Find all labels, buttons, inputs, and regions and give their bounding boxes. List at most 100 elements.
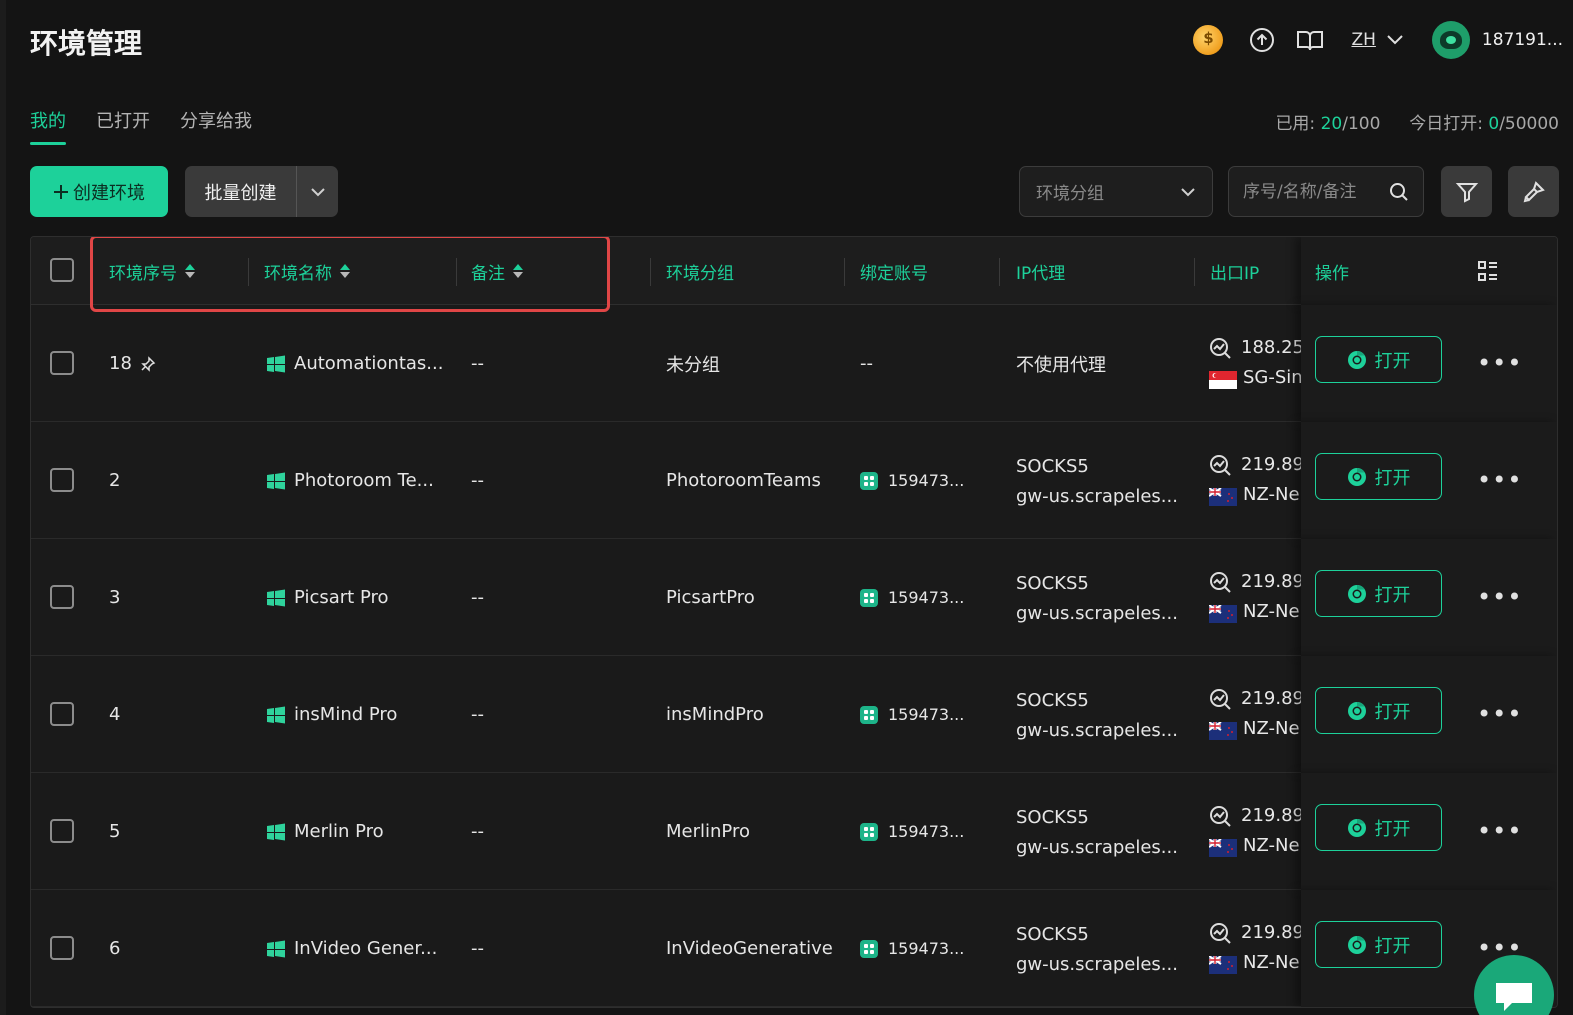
new-zealand-flag-icon (1209, 720, 1237, 740)
column-seq-label: 环境序号 (109, 263, 177, 284)
create-environment-button[interactable]: 创建环境 (30, 166, 168, 217)
open-button[interactable]: 打开 (1315, 687, 1442, 734)
env-name-text: Automationtas... (294, 353, 444, 374)
open-label: 打开 (1374, 467, 1411, 489)
chrome-icon (1347, 584, 1367, 604)
ip-check-icon[interactable] (1209, 571, 1231, 593)
column-header-seq[interactable]: 环境序号 (109, 237, 195, 305)
row-checkbox[interactable] (50, 585, 74, 609)
cell-proxy: SOCKS5 gw-us.scrapeles... (1016, 686, 1178, 746)
search-input[interactable] (1243, 181, 1389, 202)
open-label: 打开 (1374, 935, 1411, 957)
cell-account[interactable]: 159473... (860, 539, 964, 656)
column-name-label: 环境名称 (264, 263, 332, 284)
tab-shared-with-me[interactable]: 分享给我 (180, 107, 252, 145)
row-checkbox[interactable] (50, 819, 74, 843)
account-text: 159473... (888, 588, 965, 607)
proxy-type: SOCKS5 (1016, 573, 1089, 594)
chevron-down-icon (1181, 187, 1195, 196)
tab-mine[interactable]: 我的 (30, 107, 66, 145)
cell-remark[interactable]: -- (471, 773, 484, 890)
column-header-remark[interactable]: 备注 (471, 237, 523, 305)
cell-group: PicsartPro (666, 587, 755, 608)
table-row: 18 Automationtas... -- 未分组 -- 不使用代理 188.25 SG-S… (31, 305, 1557, 422)
avatar[interactable] (1431, 21, 1470, 59)
open-button[interactable]: 打开 (1315, 804, 1442, 851)
table-row: 6 InVideo Gener... -- InVideoGenerative 1594… (31, 890, 1557, 1007)
column-header-proxy: IP代理 (1016, 263, 1066, 284)
more-actions-icon[interactable]: ••• (1477, 819, 1522, 843)
select-all-checkbox[interactable] (50, 258, 74, 282)
proxy-type: SOCKS5 (1016, 924, 1089, 945)
account-text: 159473... (888, 705, 965, 724)
cell-remark[interactable]: -- (471, 422, 484, 539)
open-button[interactable]: 打开 (1315, 921, 1442, 968)
cell-group: 未分组 (666, 354, 720, 376)
cell-proxy: SOCKS5 gw-us.scrapeles... (1016, 569, 1178, 629)
env-name-text: InVideo Gener... (294, 938, 438, 959)
open-button[interactable]: 打开 (1315, 336, 1442, 383)
column-header-name[interactable]: 环境名称 (264, 237, 350, 305)
left-edge (0, 0, 6, 1015)
language-selector[interactable]: ZH (1351, 30, 1403, 50)
ip-check-icon[interactable] (1209, 922, 1231, 944)
cell-env-name[interactable]: Picsart Pro (266, 539, 389, 656)
cell-env-name[interactable]: Merlin Pro (266, 773, 384, 890)
sort-icon[interactable] (340, 264, 350, 278)
env-name-text: Photoroom Te... (294, 470, 434, 491)
pin-icon[interactable] (140, 355, 156, 372)
open-button[interactable]: 打开 (1315, 570, 1442, 617)
environment-group-select[interactable]: 环境分组 (1019, 166, 1213, 217)
cell-remark[interactable]: -- (471, 305, 484, 422)
coin-icon[interactable] (1193, 25, 1224, 55)
ip-check-icon[interactable] (1209, 454, 1231, 476)
cell-env-name[interactable]: Automationtas... (266, 305, 443, 422)
more-actions-icon[interactable]: ••• (1477, 351, 1522, 375)
sort-icon[interactable] (513, 264, 523, 278)
open-button[interactable]: 打开 (1315, 453, 1442, 500)
cell-account[interactable]: 159473... (860, 890, 964, 1007)
open-label: 打开 (1374, 584, 1411, 606)
column-settings-icon[interactable] (1477, 260, 1499, 286)
seq-number: 4 (109, 704, 121, 725)
chrome-icon (1347, 467, 1367, 487)
filter-button[interactable] (1441, 166, 1492, 217)
cell-account[interactable]: 159473... (860, 773, 964, 890)
column-divider (456, 258, 457, 286)
cell-remark[interactable]: -- (471, 656, 484, 773)
batch-create-dropdown[interactable] (297, 166, 338, 217)
proxy-type: SOCKS5 (1016, 807, 1089, 828)
row-checkbox[interactable] (50, 702, 74, 726)
cell-account[interactable]: 159473... (860, 656, 964, 773)
cell-remark[interactable]: -- (471, 890, 484, 1007)
cell-env-name[interactable]: InVideo Gener... (266, 890, 437, 1007)
row-checkbox[interactable] (50, 936, 74, 960)
batch-create-button[interactable]: 批量创建 (185, 166, 297, 217)
more-actions-icon[interactable]: ••• (1477, 468, 1522, 492)
search-icon[interactable] (1389, 182, 1409, 202)
ip-check-icon[interactable] (1209, 805, 1231, 827)
cell-env-name[interactable]: insMind Pro (266, 656, 397, 773)
clear-button[interactable] (1508, 166, 1559, 217)
upload-icon[interactable] (1247, 25, 1277, 55)
row-checkbox[interactable] (50, 468, 74, 492)
tab-opened[interactable]: 已打开 (96, 107, 150, 145)
cell-remark[interactable]: -- (471, 539, 484, 656)
book-icon[interactable] (1295, 25, 1325, 55)
sort-icon[interactable] (185, 264, 195, 278)
username[interactable]: 187191... (1482, 30, 1563, 50)
cell-env-name[interactable]: Photoroom Te... (266, 422, 434, 539)
cell-account[interactable]: 159473... (860, 422, 964, 539)
row-checkbox[interactable] (50, 351, 74, 375)
new-zealand-flag-icon (1209, 954, 1237, 974)
chrome-icon (1347, 935, 1367, 955)
ip-check-icon[interactable] (1209, 337, 1231, 359)
table-row: 3 Picsart Pro -- PicsartPro 159473... SOCKS5 g… (31, 539, 1557, 656)
more-actions-icon[interactable]: ••• (1477, 585, 1522, 609)
more-actions-icon[interactable]: ••• (1477, 702, 1522, 726)
cell-group: PhotoroomTeams (666, 470, 821, 491)
proxy-type: SOCKS5 (1016, 456, 1089, 477)
ip-text: 219.89. (1241, 922, 1301, 943)
open-label: 打开 (1374, 350, 1411, 372)
ip-check-icon[interactable] (1209, 688, 1231, 710)
